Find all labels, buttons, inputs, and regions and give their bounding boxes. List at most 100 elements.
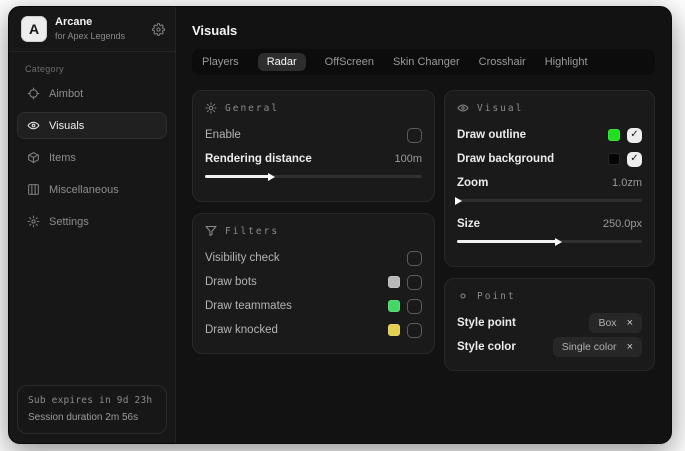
slider-track (457, 199, 642, 202)
draw-knocked-label: Draw knocked (205, 324, 388, 336)
sun-icon (205, 102, 217, 114)
columns-icon (27, 183, 40, 196)
sidebar-item-label: Items (49, 152, 76, 164)
app-logo: A (21, 16, 47, 42)
left-column: General Enable ✓ Rendering distance 100m (192, 90, 435, 354)
zoom-value: 1.0zm (612, 177, 642, 189)
draw-outline-color-swatch[interactable] (608, 129, 620, 141)
style-color-row: Style color Single color × (457, 336, 642, 358)
draw-knocked-color-swatch[interactable] (388, 324, 400, 336)
draw-bots-checkbox[interactable]: ✓ (407, 275, 422, 290)
enable-checkbox[interactable]: ✓ (407, 128, 422, 143)
app-subtitle: for Apex Legends (55, 31, 144, 42)
zoom-slider[interactable] (457, 197, 642, 204)
slider-fill (457, 199, 459, 202)
style-color-select[interactable]: Single color × (553, 337, 642, 357)
session-duration-text: Session duration 2m 56s (28, 410, 156, 425)
sub-expires-text: Sub expires in 9d 23h (28, 394, 156, 408)
draw-teammates-checkbox[interactable]: ✓ (407, 299, 422, 314)
zoom-row: Zoom 1.0zm (457, 172, 642, 194)
desktop-background: A Arcane for Apex Legends Category Aimbo… (0, 0, 685, 451)
sidebar-item-label: Settings (49, 216, 89, 228)
draw-background-color-swatch[interactable] (608, 153, 620, 165)
draw-background-label: Draw background (457, 153, 608, 165)
size-slider[interactable] (457, 238, 642, 245)
style-color-value: Single color (562, 341, 617, 353)
close-icon[interactable]: × (627, 318, 633, 329)
slider-fill (205, 175, 272, 178)
draw-background-checkbox[interactable]: ✓ (627, 152, 642, 167)
slider-thumb[interactable] (455, 197, 462, 205)
cube-icon (27, 151, 40, 164)
sidebar-item-label: Aimbot (49, 88, 83, 100)
slider-fill (457, 240, 559, 243)
draw-knocked-checkbox[interactable]: ✓ (407, 323, 422, 338)
panel-title: Point (477, 291, 516, 302)
app-meta: Arcane for Apex Legends (55, 16, 144, 42)
category-label: Category (25, 64, 175, 74)
draw-background-row: Draw background ✓ (457, 148, 642, 170)
tab-highlight[interactable]: Highlight (545, 53, 588, 71)
sidebar-item-miscellaneous[interactable]: Miscellaneous (17, 176, 167, 203)
visibility-check-label: Visibility check (205, 252, 407, 264)
tab-label: Crosshair (479, 56, 526, 68)
app-window: A Arcane for Apex Legends Category Aimbo… (8, 6, 672, 444)
visual-panel-header: Visual (457, 102, 642, 114)
point-panel-header: Point (457, 290, 642, 302)
tab-label: Highlight (545, 56, 588, 68)
draw-outline-row: Draw outline ✓ (457, 124, 642, 146)
sidebar-item-visuals[interactable]: Visuals (17, 112, 167, 139)
sidebar-item-label: Visuals (49, 120, 84, 132)
enable-row: Enable ✓ (205, 124, 422, 146)
style-color-label: Style color (457, 341, 553, 353)
visibility-check-row: Visibility check ✓ (205, 247, 422, 269)
right-column: Visual Draw outline ✓ Draw background ✓ (444, 90, 655, 371)
slider-thumb[interactable] (268, 173, 275, 181)
panels-grid: General Enable ✓ Rendering distance 100m (192, 90, 655, 371)
size-row: Size 250.0px (457, 213, 642, 235)
rendering-distance-slider[interactable] (205, 173, 422, 180)
style-point-row: Style point Box × (457, 312, 642, 334)
general-panel-header: General (205, 102, 422, 114)
visual-panel: Visual Draw outline ✓ Draw background ✓ (444, 90, 655, 267)
draw-bots-label: Draw bots (205, 276, 388, 288)
tab-label: Skin Changer (393, 56, 460, 68)
sidebar-nav: Aimbot Visuals Items (9, 80, 175, 235)
draw-teammates-label: Draw teammates (205, 300, 388, 312)
tab-offscreen[interactable]: OffScreen (325, 53, 374, 71)
sidebar-item-settings[interactable]: Settings (17, 208, 167, 235)
slider-thumb[interactable] (555, 238, 562, 246)
draw-outline-checkbox[interactable]: ✓ (627, 128, 642, 143)
visibility-check-checkbox[interactable]: ✓ (407, 251, 422, 266)
point-panel: Point Style point Box × Style color (444, 278, 655, 371)
draw-outline-label: Draw outline (457, 129, 608, 141)
sidebar-item-label: Miscellaneous (49, 184, 119, 196)
tab-label: Radar (267, 56, 297, 68)
tab-skin-changer[interactable]: Skin Changer (393, 53, 460, 71)
enable-label: Enable (205, 129, 407, 141)
sidebar-item-items[interactable]: Items (17, 144, 167, 171)
funnel-icon (205, 225, 217, 237)
zoom-label: Zoom (457, 177, 612, 189)
draw-teammates-row: Draw teammates ✓ (205, 295, 422, 317)
eye-icon (457, 102, 469, 114)
crosshair-icon (27, 87, 40, 100)
size-value: 250.0px (603, 218, 642, 230)
rendering-distance-row: Rendering distance 100m (205, 148, 422, 170)
general-panel: General Enable ✓ Rendering distance 100m (192, 90, 435, 202)
rendering-distance-value: 100m (394, 153, 422, 165)
draw-teammates-color-swatch[interactable] (388, 300, 400, 312)
sidebar-item-aimbot[interactable]: Aimbot (17, 80, 167, 107)
header-gear-icon[interactable] (152, 23, 165, 36)
eye-scan-icon (27, 119, 40, 132)
style-point-select[interactable]: Box × (589, 313, 642, 333)
draw-bots-color-swatch[interactable] (388, 276, 400, 288)
tab-crosshair[interactable]: Crosshair (479, 53, 526, 71)
subscription-info-box: Sub expires in 9d 23h Session duration 2… (17, 385, 167, 434)
tab-players[interactable]: Players (202, 53, 239, 71)
dot-icon (457, 290, 469, 302)
page-title: Visuals (192, 23, 655, 38)
tab-radar[interactable]: Radar (258, 53, 306, 71)
tab-label: OffScreen (325, 56, 374, 68)
close-icon[interactable]: × (627, 342, 633, 353)
